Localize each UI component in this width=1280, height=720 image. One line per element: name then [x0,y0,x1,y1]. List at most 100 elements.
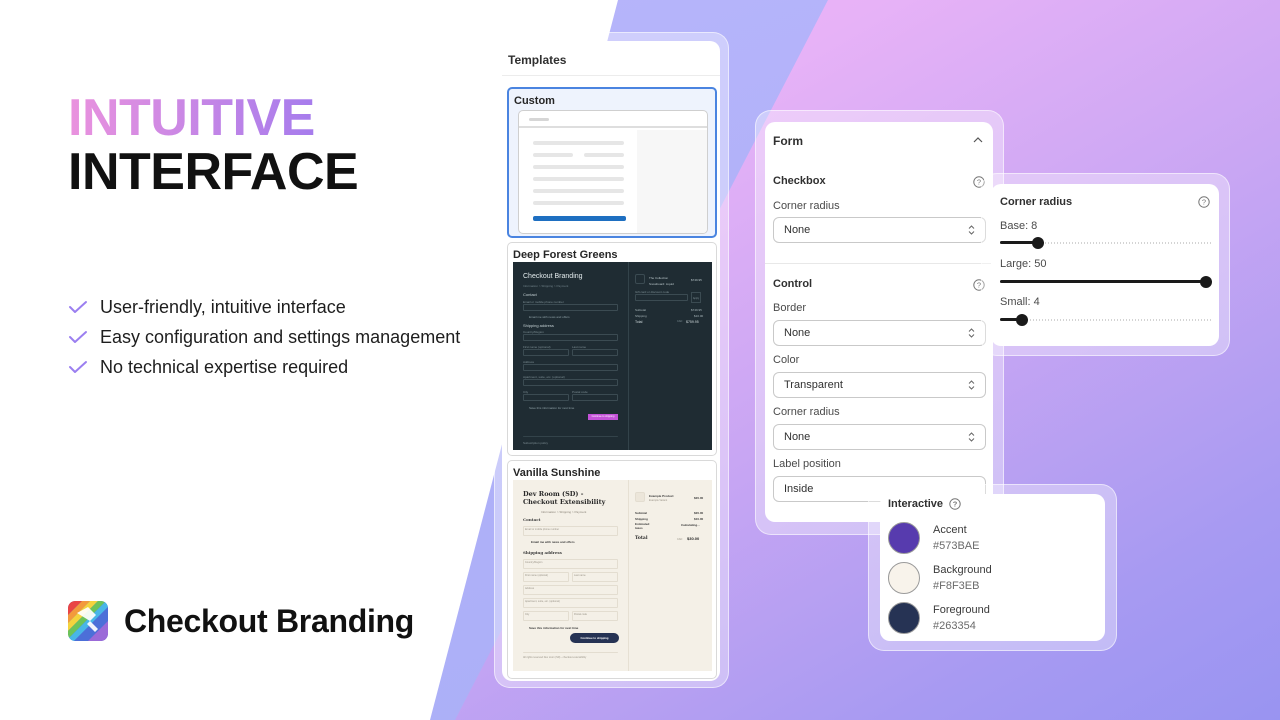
color-name: Accent [933,524,967,536]
slider-thumb[interactable] [1200,276,1212,288]
select-arrows-icon [968,225,975,235]
preview-product-image [635,492,645,502]
color-swatch[interactable] [888,522,920,554]
hero-title-line2: INTERFACE [68,143,359,201]
preview-total: $30.00 [687,536,700,541]
preview-city-label: City [525,613,530,616]
color-name: Background [933,564,992,576]
color-swatch[interactable] [888,562,920,594]
preview-lastname-label: Last name [574,574,586,577]
template-deep-forest-greens[interactable]: Deep Forest Greens Checkout Branding Inf… [507,242,717,456]
template-vanilla-sunshine[interactable]: Vanilla Sunshine Dev Room (SD) - Checkou… [507,460,717,679]
form-panel: Form Checkbox ? Corner radius None Contr… [765,122,993,522]
interactive-panel: Interactive ? Accent #573BAE Background … [880,494,1105,641]
feature-text: No technical expertise required [100,356,349,377]
preview-shipping-label: Shipping address [523,550,562,555]
chevron-up-icon[interactable] [973,136,983,144]
checkmark-icon [69,301,87,313]
color-name: Foreground [933,604,990,616]
preview-total-label: Total [635,536,648,541]
help-icon[interactable]: ? [1198,196,1210,208]
preview-product-price: $749.95 [691,278,702,282]
preview-address-input [523,585,618,595]
color-row-background[interactable]: Background #F8F3EB [888,562,992,594]
preview-contact: Contact [523,517,541,522]
feature-list: User-friendly, intuitive interface Easy … [68,292,460,382]
slider-label-base: Base: 8 [1000,220,1038,232]
preview-store-title: Dev Room (SD) - Checkout Extensibility [523,490,606,506]
color-row-foreground[interactable]: Foreground #263354 [888,602,990,634]
slider-label-large: Large: 50 [1000,258,1047,270]
preview-newsletter: Email me with news and offers [531,540,575,544]
template-preview-vanilla: Dev Room (SD) - Checkout Extensibility I… [513,480,712,671]
preview-lastname-input [572,349,618,356]
select-value: None [784,327,811,339]
color-label: Color [773,354,800,366]
color-row-accent[interactable]: Accent #573BAE [888,522,979,554]
checkmark-icon [69,331,87,343]
slider-thumb[interactable] [1016,314,1028,326]
control-corner-radius-select[interactable]: None [773,424,986,450]
preview-email-input [523,304,618,311]
feature-item: User-friendly, intuitive interface [68,292,460,322]
preview-continue-button: Continue to shipping [570,633,619,643]
preview-currency: CAD [677,538,683,541]
select-value: Inside [784,483,814,495]
brand-name: Checkout Branding [124,602,415,639]
preview-city-input [523,611,569,621]
preview-firstname-input [523,349,569,356]
preview-postal-input [572,394,618,401]
label-position-label: Label position [773,458,841,470]
color-select[interactable]: Transparent [773,372,986,398]
slider-base[interactable] [1000,237,1212,249]
form-title: Form [773,134,803,148]
template-custom[interactable]: Custom [507,87,717,238]
interactive-title-row: Interactive ? [888,498,961,510]
color-hex: #263354 [933,620,976,632]
preview-divider [523,436,618,437]
select-arrows-icon [968,328,975,338]
border-select[interactable]: None [773,320,986,346]
preview-breadcrumb: Information > Shipping > Payment [523,284,569,288]
preview-save-info: Save this information for next time [529,626,579,630]
preview-currency: CAD [677,320,683,323]
border-label: Border [773,302,807,314]
feature-item: No technical expertise required [68,352,460,382]
feature-item: Easy configuration and settings manageme… [68,322,460,352]
preview-breadcrumb: Information > Shipping > Payment [541,510,587,514]
checkbox-corner-radius-select[interactable]: None [773,217,986,243]
preview-product-variant: Example Variant [649,499,668,502]
corner-radius-panel: Corner radius ? Base: 8 Large: 50 Small:… [991,184,1219,346]
preview-newsletter: Email me with news and offers [529,315,570,319]
preview-discount-input [635,294,688,301]
preview-country-label: Country/Region [525,561,543,564]
preview-taxes: Calculating... [681,523,700,527]
select-value: Transparent [784,379,843,391]
preview-footer: Subscription policy [523,441,549,445]
preview-taxes-label: Estimated taxes [635,522,650,530]
preview-contact: Contact [523,292,537,297]
select-arrows-icon [968,380,975,390]
brand: Checkout Branding [68,601,414,641]
preview-product-image [635,274,645,284]
corner-radius-title: Corner radius [1000,196,1073,208]
template-preview-dark: Checkout Branding Information > Shipping… [513,262,712,450]
slider-large[interactable] [1000,276,1212,288]
preview-total-label: Total [635,320,643,324]
checkbox-corner-radius-label: Corner radius [773,200,840,212]
preview-apply-button: Apply [691,292,701,303]
preview-country-input [523,334,618,341]
preview-column-divider [628,480,629,671]
preview-store-title: Checkout Branding [523,273,583,280]
slider-small[interactable] [1000,314,1212,326]
preview-city-input [523,394,569,401]
template-preview-custom [518,110,708,234]
control-corner-radius-label: Corner radius [773,406,840,418]
promo-banner: INTUITIVE INTERFACE User-friendly, intui… [0,0,1280,720]
template-name: Deep Forest Greens [513,249,618,261]
templates-header: Templates [502,41,720,76]
slider-thumb[interactable] [1032,237,1044,249]
help-icon[interactable]: ? [949,498,961,510]
color-swatch[interactable] [888,602,920,634]
preview-apartment-input [523,379,618,386]
